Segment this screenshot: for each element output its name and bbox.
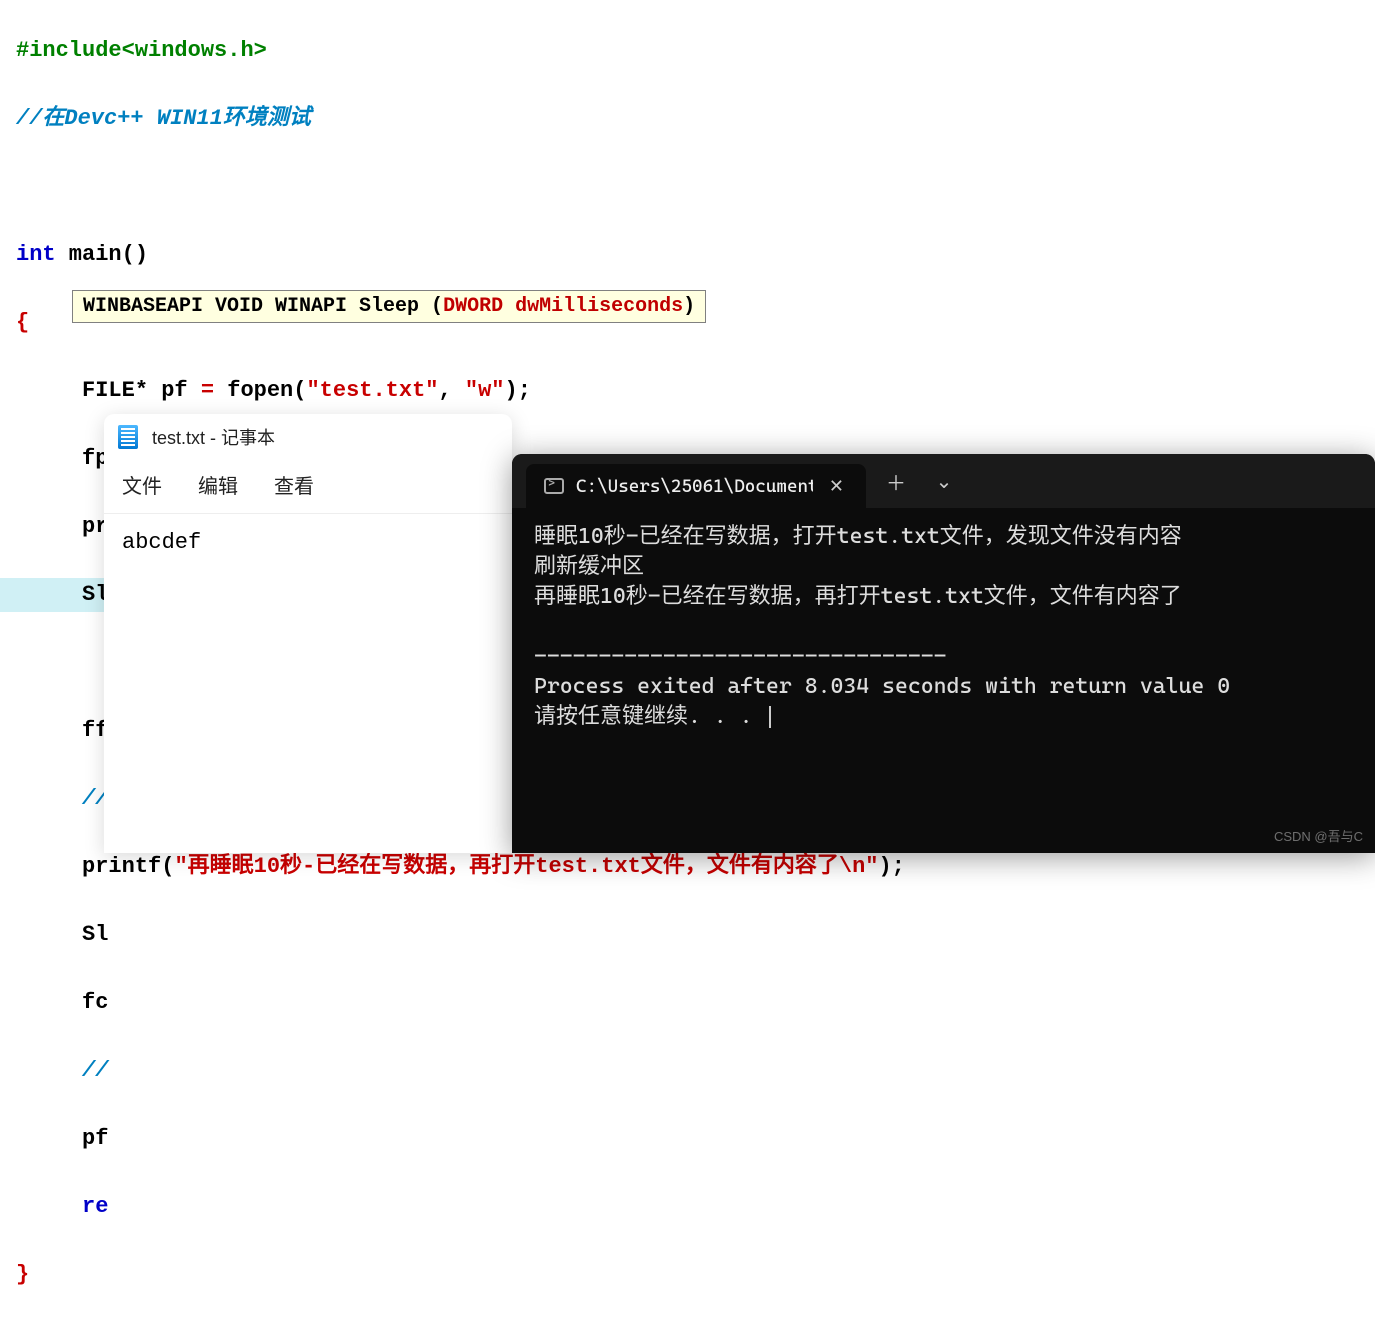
terminal-line: -------------------------------- <box>534 642 1353 672</box>
terminal-line: 再睡眠10秒-已经在写数据，再打开test.txt文件，文件有内容了 <box>534 582 1353 612</box>
notepad-menubar: 文件 编辑 查看 <box>104 458 512 513</box>
terminal-titlebar[interactable]: C:\Users\25061\Documents\te ✕ ＋ ⌄ <box>512 454 1375 508</box>
notepad-title: test.txt - 记事本 <box>152 424 275 450</box>
code-line: fc <box>16 986 1359 1020</box>
code-line: pf <box>16 1122 1359 1156</box>
terminal-line: 刷新缓冲区 <box>534 552 1353 582</box>
code-line: printf("再睡眠10秒-已经在写数据，再打开test.txt文件，文件有内… <box>16 850 1359 884</box>
notepad-titlebar[interactable]: test.txt - 记事本 <box>104 414 512 458</box>
terminal-prompt: 请按任意键继续. . . <box>534 704 765 729</box>
code-line <box>16 170 1359 204</box>
new-tab-button[interactable]: ＋ <box>874 459 918 503</box>
code-line: #include<windows.h> <box>16 34 1359 68</box>
terminal-line: Process exited after 8.034 seconds with … <box>534 672 1353 702</box>
code-line: //在Devc++ WIN11环境测试 <box>16 102 1359 136</box>
code-line: } <box>16 1258 1359 1292</box>
notepad-menu-edit[interactable]: 编辑 <box>198 470 238 499</box>
notepad-window[interactable]: test.txt - 记事本 文件 编辑 查看 abcdef <box>104 414 512 853</box>
chevron-down-icon: ⌄ <box>936 469 953 493</box>
close-icon[interactable]: ✕ <box>825 476 848 497</box>
notepad-menu-view[interactable]: 查看 <box>274 470 314 499</box>
cursor-icon <box>769 706 771 728</box>
notepad-icon <box>118 425 138 449</box>
code-line: // <box>16 1054 1359 1088</box>
terminal-line: 睡眠10秒-已经在写数据，打开test.txt文件，发现文件没有内容 <box>534 522 1353 552</box>
parameter-hint-tooltip: WINBASEAPI VOID WINAPI Sleep (DWORD dwMi… <box>72 290 706 323</box>
code-line: FILE* pf = fopen("test.txt", "w"); <box>16 374 1359 408</box>
code-line: re <box>16 1190 1359 1224</box>
terminal-window[interactable]: C:\Users\25061\Documents\te ✕ ＋ ⌄ 睡眠10秒-… <box>512 454 1375 853</box>
terminal-tab-title: C:\Users\25061\Documents\te <box>576 476 813 497</box>
code-line: Sl <box>16 918 1359 952</box>
code-line: int main() <box>16 238 1359 272</box>
terminal-output[interactable]: 睡眠10秒-已经在写数据，打开test.txt文件，发现文件没有内容刷新缓冲区再… <box>512 508 1375 746</box>
notepad-content[interactable]: abcdef <box>104 513 512 571</box>
tab-dropdown-button[interactable]: ⌄ <box>922 459 966 503</box>
watermark: CSDN @吾与C <box>1274 826 1363 845</box>
terminal-icon <box>544 478 564 494</box>
notepad-menu-file[interactable]: 文件 <box>122 470 162 499</box>
terminal-tab[interactable]: C:\Users\25061\Documents\te ✕ <box>526 464 866 508</box>
